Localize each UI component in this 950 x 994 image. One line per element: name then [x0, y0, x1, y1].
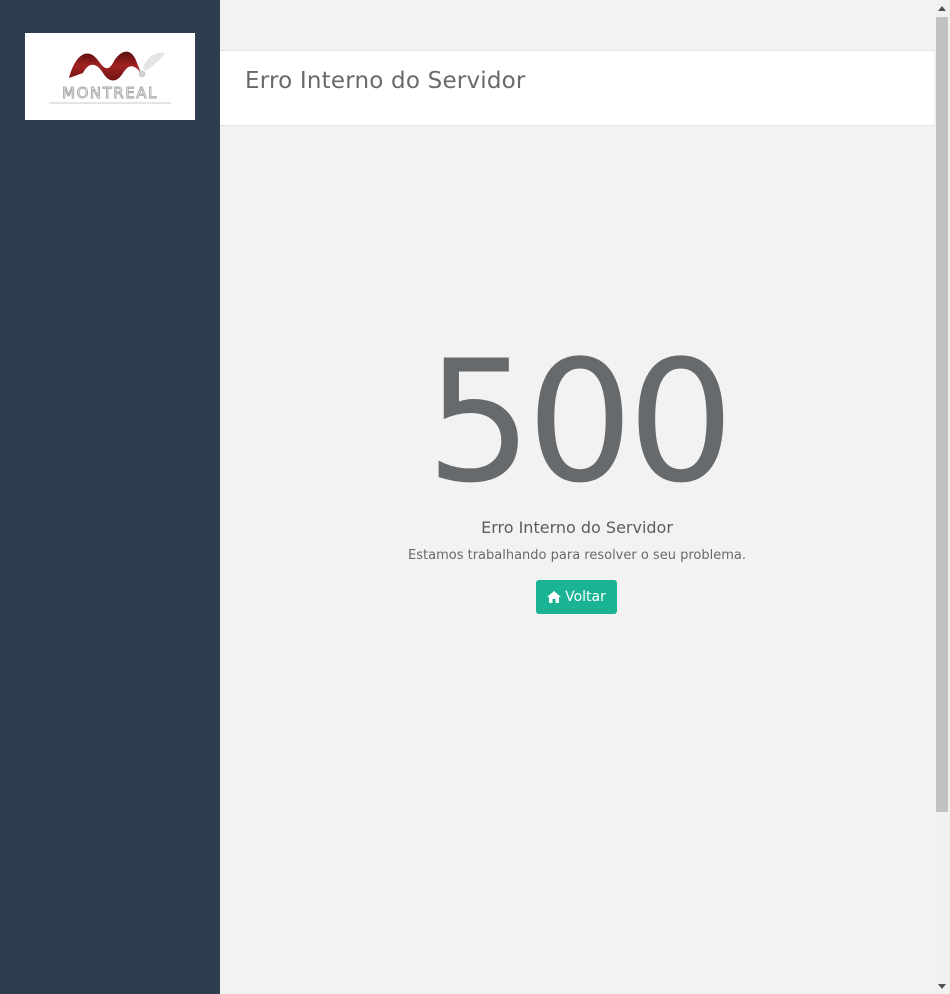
scroll-up-icon[interactable] — [934, 0, 950, 16]
logo-text: MONTREAL — [62, 84, 158, 102]
back-button-label: Voltar — [565, 589, 606, 605]
app-window: MONTREAL Erro Interno do Servidor 500 Er… — [0, 0, 950, 994]
main-content: Erro Interno do Servidor 500 Erro Intern… — [220, 0, 934, 994]
page-title: Erro Interno do Servidor — [245, 68, 526, 94]
home-icon — [547, 591, 562, 603]
scroll-down-icon[interactable] — [934, 978, 950, 994]
logo[interactable]: MONTREAL — [25, 33, 195, 120]
error-panel: 500 Erro Interno do Servidor Estamos tra… — [220, 324, 934, 614]
montreal-logo-icon: MONTREAL — [49, 51, 171, 104]
scroll-thumb[interactable] — [936, 17, 948, 812]
error-code: 500 — [425, 324, 735, 520]
vertical-scrollbar[interactable] — [934, 0, 950, 994]
error-description: Estamos trabalhando para resolver o seu … — [408, 548, 746, 563]
page-header: Erro Interno do Servidor — [220, 50, 934, 126]
back-button[interactable]: Voltar — [536, 580, 617, 614]
sidebar: MONTREAL — [0, 0, 220, 994]
error-heading: Erro Interno do Servidor — [481, 518, 673, 537]
